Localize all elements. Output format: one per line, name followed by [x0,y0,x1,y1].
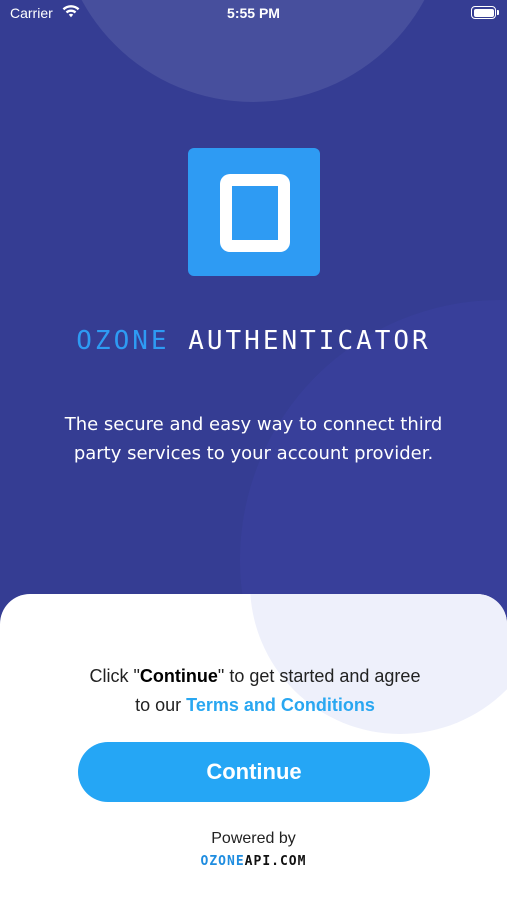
tagline: The secure and easy way to connect third… [64,414,443,464]
continue-button[interactable]: Continue [78,742,430,802]
bottom-sheet: Click "Continue" to get started and agre… [0,594,507,900]
consent-continue-emphasis: Continue [139,666,218,686]
consent-text: Click "Continue" to get started and agre… [89,666,421,715]
ozone-api-brand: OZONEAPI.COM [200,854,307,869]
hero-section: Carrier 5:55 PM OZONE AUTHENTICATOR The … [0,0,507,640]
battery-icon [471,6,499,19]
ozone-logo-icon [188,148,320,276]
terms-and-conditions-link[interactable]: Terms and Conditions [186,695,375,715]
powered-by-label: Powered by [211,830,296,847]
status-bar: Carrier 5:55 PM [0,0,507,28]
status-time: 5:55 PM [227,5,280,21]
app-title-main: AUTHENTICATOR [188,326,431,356]
app-title-accent: OZONE [76,326,170,356]
app-title: OZONE AUTHENTICATOR [0,326,507,356]
